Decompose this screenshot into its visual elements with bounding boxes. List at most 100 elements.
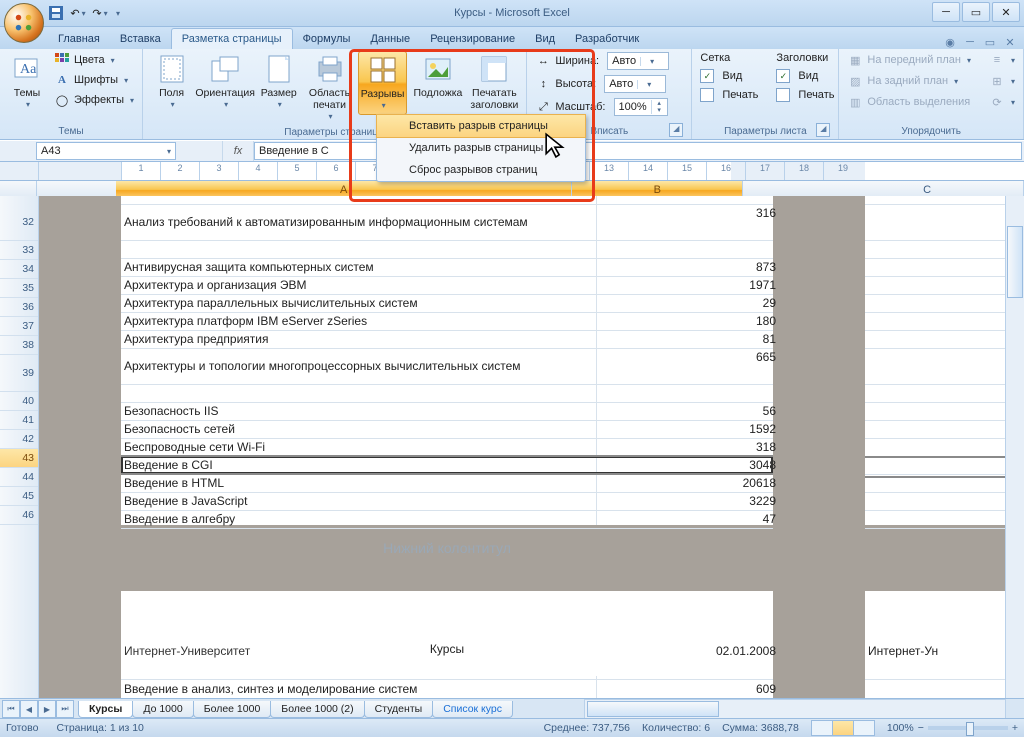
tab-insert[interactable]: Вставка (110, 29, 171, 49)
print-titles-button[interactable]: Печатать заголовки (468, 51, 520, 113)
cell[interactable]: 1971 (596, 276, 779, 294)
row-header[interactable]: 45 (0, 487, 38, 506)
cell[interactable]: Архитектуры и топологии многопроцессорны… (121, 348, 602, 384)
theme-fonts[interactable]: AШрифты▾ (52, 71, 136, 89)
theme-colors[interactable]: Цвета▾ (52, 51, 136, 69)
row-header[interactable]: 39 (0, 355, 38, 392)
vertical-scrollbar[interactable] (1005, 196, 1024, 699)
tab-nav-prev[interactable]: ◀ (20, 700, 38, 718)
undo-icon[interactable]: ↶▾ (70, 5, 86, 21)
size-button[interactable]: Размер▾ (256, 51, 301, 113)
minimize-button[interactable]: ─ (932, 2, 960, 22)
name-box[interactable]: A43▾ (36, 142, 176, 160)
cell[interactable]: 318 (596, 438, 779, 456)
scale-spinner[interactable]: 100%▴▾ (614, 98, 668, 116)
cell[interactable]: 873 (596, 258, 779, 276)
fit-dialog-launcher[interactable]: ◢ (669, 123, 683, 137)
cell[interactable]: Архитектура параллельных вычислительных … (121, 294, 602, 312)
page-header-right[interactable]: 02.01.2008 (596, 642, 779, 660)
row-header[interactable]: 46 (0, 506, 38, 525)
gridlines-print-check[interactable]: Печать (698, 87, 760, 103)
tab-home[interactable]: Главная (48, 29, 110, 49)
tab-review[interactable]: Рецензирование (420, 29, 525, 49)
menu-reset-page-breaks[interactable]: Сброс разрывов страниц (377, 159, 585, 181)
cell[interactable]: Введение в анализ, синтез и моделировани… (121, 680, 602, 698)
height-combo[interactable]: Авто▾ (604, 75, 666, 93)
row-header[interactable]: 36 (0, 298, 38, 317)
cell[interactable]: 3048 (596, 456, 779, 474)
zoom-in-button[interactable]: + (1012, 722, 1018, 734)
spreadsheet-grid[interactable]: 32 33 34 35 36 37 38 39 40 41 42 43 44 4… (0, 196, 1024, 699)
cell[interactable]: Введение в CGI (121, 456, 602, 474)
tab-data[interactable]: Данные (360, 29, 420, 49)
themes-button[interactable]: Aa Темы▾ (6, 51, 48, 113)
page-footer-placeholder[interactable]: Нижний колонтитул (121, 540, 773, 556)
ribbon-minimize-button[interactable]: ─ (962, 35, 978, 49)
cell[interactable]: 316 (596, 204, 779, 222)
cell[interactable]: Анализ требований к автоматизированным и… (121, 204, 602, 240)
cell[interactable]: Архитектура платформ IBM eServer zSeries (121, 312, 602, 330)
cell[interactable]: Введение в HTML (121, 474, 602, 492)
page-header-left-c[interactable]: Интернет-Ун (865, 642, 1024, 660)
margins-button[interactable]: Поля▾ (149, 51, 194, 113)
cell[interactable]: 47 (596, 510, 779, 528)
sheet-tab[interactable]: Более 1000 (2) (270, 701, 364, 718)
row-header[interactable]: 44 (0, 468, 38, 487)
row-header[interactable]: 40 (0, 392, 38, 411)
workbook-close-button[interactable]: ✕ (1002, 35, 1018, 49)
background-button[interactable]: Подложка (411, 51, 464, 101)
row-header[interactable]: 32 (0, 204, 38, 241)
row-header[interactable]: 47 (0, 525, 38, 725)
cell[interactable]: Введение в JavaScript (121, 492, 602, 510)
cell[interactable]: 20618 (596, 474, 779, 492)
sheet-tab[interactable]: Студенты (364, 701, 434, 718)
sheet-tab[interactable]: До 1000 (132, 701, 193, 718)
maximize-button[interactable]: ▭ (962, 2, 990, 22)
tab-nav-first[interactable]: ⏮ (2, 700, 20, 718)
row-header[interactable]: 35 (0, 279, 38, 298)
fx-button[interactable]: fx (222, 141, 254, 161)
cell[interactable]: Введение в алгебру (121, 510, 602, 528)
headings-print-check[interactable]: Печать (774, 87, 836, 103)
office-button[interactable] (4, 3, 44, 43)
cell[interactable]: 180 (596, 312, 779, 330)
sheet-tab[interactable]: Список курс (432, 701, 513, 718)
width-combo[interactable]: Авто▾ (607, 52, 669, 70)
print-area-button[interactable]: Область печати▾ (305, 51, 353, 125)
row-header[interactable]: 38 (0, 336, 38, 355)
row-header[interactable]: 41 (0, 411, 38, 430)
formula-input[interactable]: Введение в C (254, 142, 1022, 160)
qat-customize-icon[interactable]: ▾ (116, 9, 120, 18)
close-button[interactable]: ✕ (992, 2, 1020, 22)
view-page-break[interactable] (854, 721, 874, 735)
tab-nav-next[interactable]: ▶ (38, 700, 56, 718)
tab-page-layout[interactable]: Разметка страницы (171, 28, 293, 49)
gridlines-view-check[interactable]: ✓Вид (698, 68, 760, 84)
row-header[interactable]: 43 (0, 449, 38, 468)
sheet-tab[interactable]: Курсы (78, 701, 133, 718)
tab-nav-last[interactable]: ⏭ (56, 700, 74, 718)
zoom-value[interactable]: 100% (887, 722, 914, 734)
cell[interactable]: Безопасность сетей (121, 420, 602, 438)
cell[interactable]: 29 (596, 294, 779, 312)
zoom-slider[interactable] (928, 726, 1008, 730)
cell[interactable]: Архитектура предприятия (121, 330, 602, 348)
help-icon[interactable]: ◉ (942, 35, 958, 49)
cell[interactable]: Беспроводные сети Wi-Fi (121, 438, 602, 456)
cell[interactable]: 1592 (596, 420, 779, 438)
row-header[interactable]: 37 (0, 317, 38, 336)
cell[interactable]: 56 (596, 402, 779, 420)
cell[interactable]: 665 (596, 348, 779, 366)
zoom-out-button[interactable]: − (918, 722, 924, 734)
cell[interactable]: 609 (596, 680, 779, 698)
cell[interactable]: Безопасность IIS (121, 402, 602, 420)
row-header[interactable]: 42 (0, 430, 38, 449)
view-normal[interactable] (812, 721, 833, 735)
save-icon[interactable] (48, 5, 64, 21)
tab-developer[interactable]: Разработчик (565, 29, 649, 49)
sheet-dialog-launcher[interactable]: ◢ (816, 123, 830, 137)
tab-view[interactable]: Вид (525, 29, 565, 49)
headings-view-check[interactable]: ✓Вид (774, 68, 836, 84)
horizontal-scrollbar[interactable] (584, 699, 1006, 719)
cell[interactable]: Архитектура и организация ЭВМ (121, 276, 602, 294)
